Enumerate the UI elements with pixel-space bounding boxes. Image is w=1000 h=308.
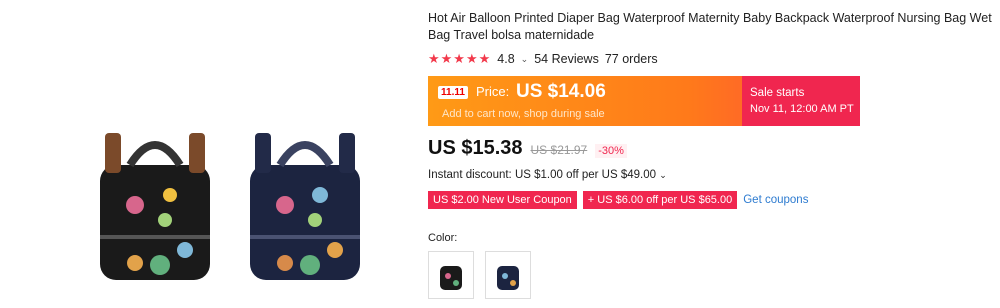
- rating-value: 4.8: [497, 52, 515, 66]
- sale-start-panel: Sale starts Nov 11, 12:00 AM PT: [742, 76, 860, 126]
- star-icon: ★★★★★: [428, 51, 492, 66]
- sale-starts-label: Sale starts: [750, 87, 805, 99]
- promo-price-label: Price:: [476, 84, 510, 99]
- reviews-link[interactable]: 54 Reviews: [534, 52, 599, 66]
- promo-price: US $14.06: [516, 81, 606, 102]
- rating-row: ★★★★★ 4.8 ⌄ 54 Reviews 77 orders: [428, 51, 658, 67]
- coupon-row: US $2.00 New User Coupon + US $6.00 off …: [428, 191, 808, 209]
- get-coupons-link[interactable]: Get coupons: [743, 194, 808, 206]
- price-row: US $15.38 US $21.97 -30%: [428, 137, 627, 160]
- chevron-down-icon: ⌄: [659, 170, 667, 180]
- promo-subtext: Add to cart now, shop during sale: [442, 108, 605, 120]
- spend-coupon[interactable]: + US $6.00 off per US $65.00: [582, 191, 738, 209]
- discount-badge: -30%: [595, 144, 627, 158]
- product-gallery: [40, 100, 390, 300]
- current-price: US $15.38: [428, 137, 523, 159]
- swatch-black[interactable]: [428, 251, 474, 299]
- sale-badge: 11.11: [438, 86, 468, 99]
- product-image-black-bag[interactable]: [75, 115, 235, 300]
- orders-count: 77 orders: [604, 52, 658, 66]
- color-label: Color:: [428, 232, 458, 244]
- product-title: Hot Air Balloon Printed Diaper Bag Water…: [428, 11, 992, 42]
- instant-discount[interactable]: Instant discount: US $1.00 off per US $4…: [428, 169, 667, 181]
- color-swatches: [428, 251, 531, 299]
- original-price: US $21.97: [530, 143, 588, 157]
- sale-time: Nov 11, 12:00 AM PT: [750, 103, 854, 115]
- promo-banner: 11.11 Price: US $14.06 Add to cart now, …: [428, 76, 860, 126]
- swatch-navy[interactable]: [485, 251, 531, 299]
- chevron-down-icon[interactable]: ⌄: [521, 54, 529, 65]
- product-image-blue-bag[interactable]: [225, 115, 385, 300]
- new-user-coupon[interactable]: US $2.00 New User Coupon: [428, 191, 577, 209]
- instant-discount-text: Instant discount: US $1.00 off per US $4…: [428, 169, 657, 181]
